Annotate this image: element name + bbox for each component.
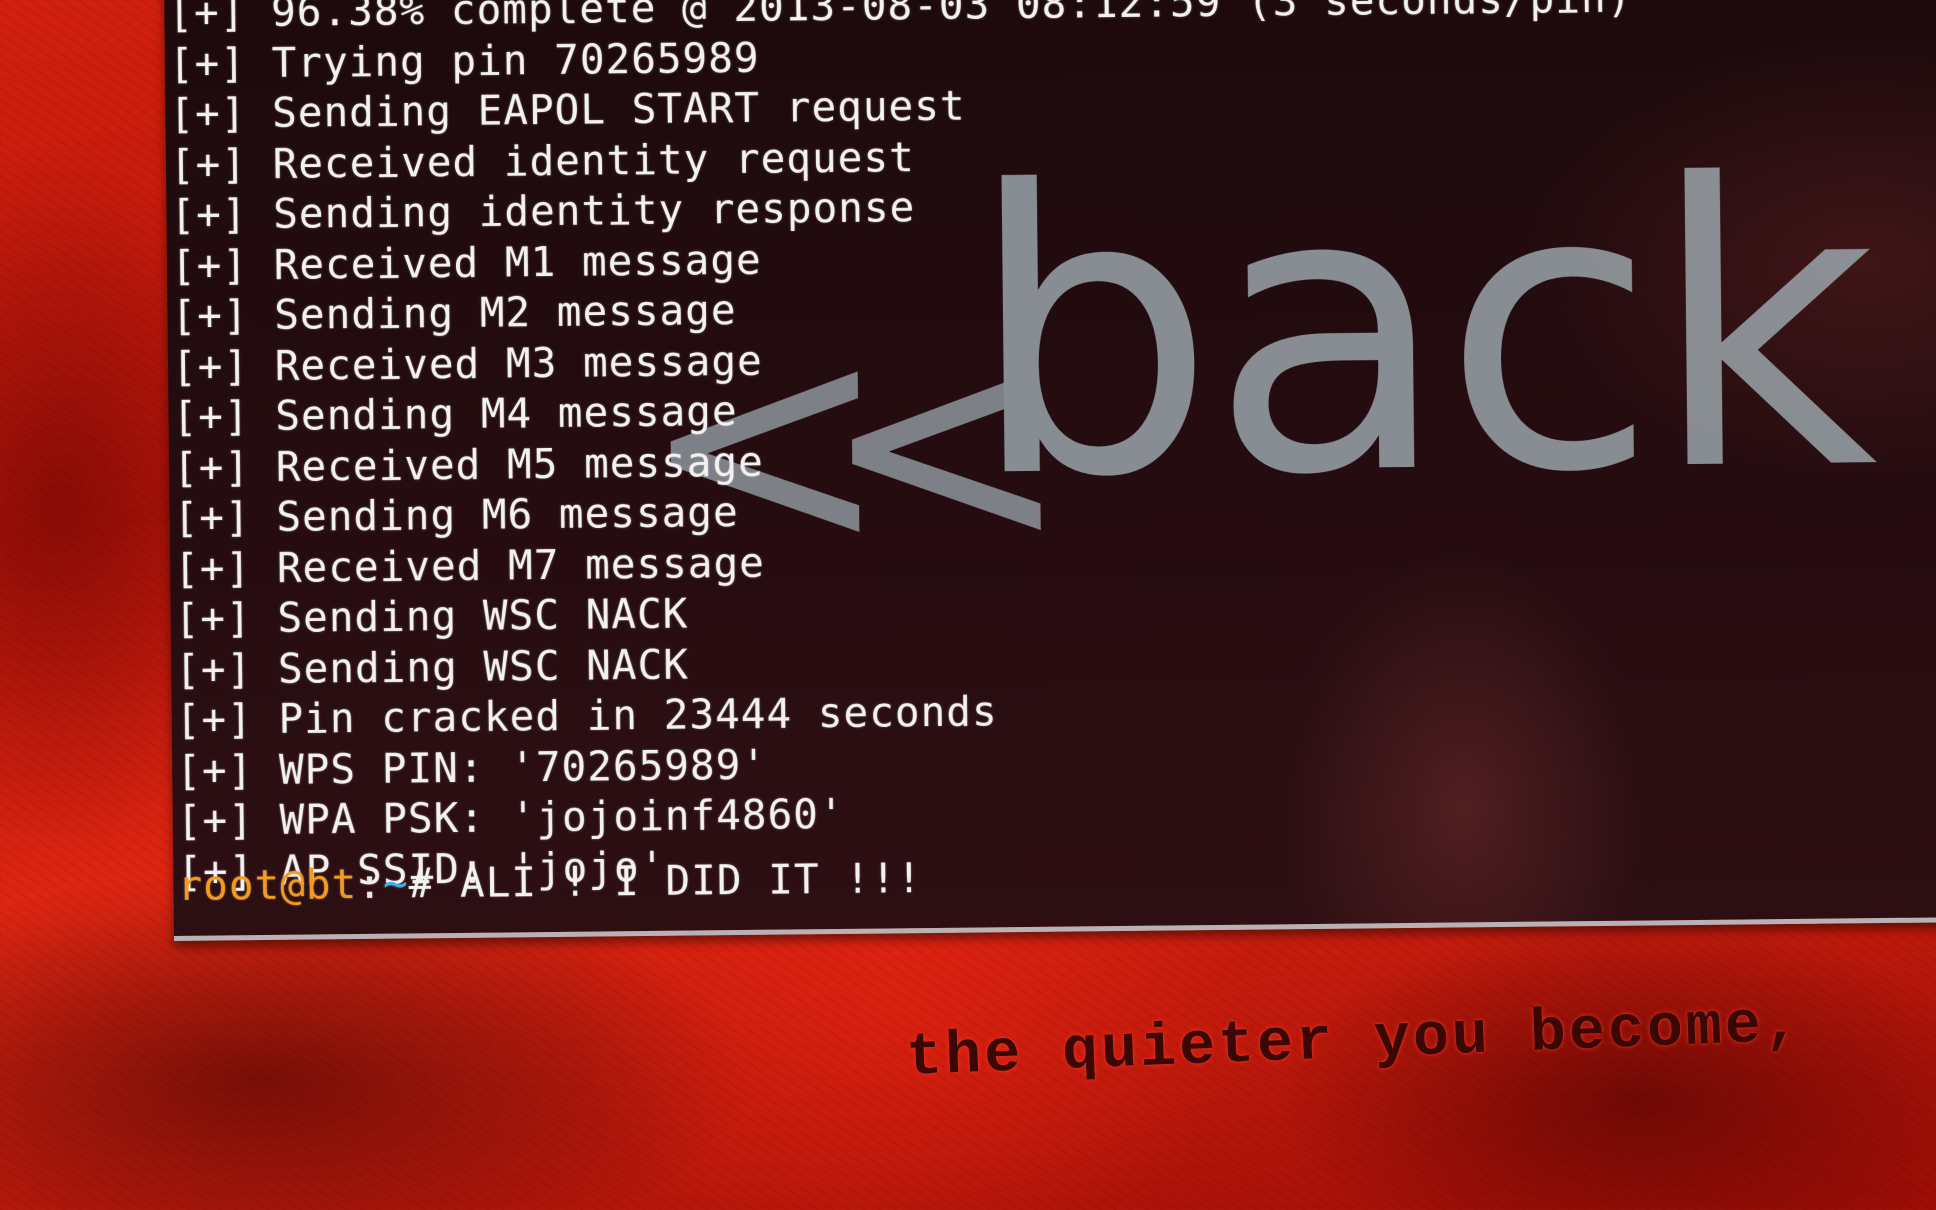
terminal-prompt-line[interactable]: root@bt:~# ALI ! I DID IT !!! [177,853,922,911]
prompt-symbol: # [408,858,461,908]
wallpaper-tagline: the quieter you become, [905,990,1805,1093]
terminal-window[interactable]: << back [+] 96.38% complete @ 2013-08-03… [164,0,1936,941]
prompt-command[interactable]: ALI ! I DID IT !!! [460,854,923,907]
prompt-separator: : [357,859,384,909]
prompt-user-host: root@bt [177,860,358,910]
prompt-path: ~ [382,859,409,908]
terminal-output: [+] 96.38% complete @ 2013-08-03 08:12:5… [168,0,1641,897]
